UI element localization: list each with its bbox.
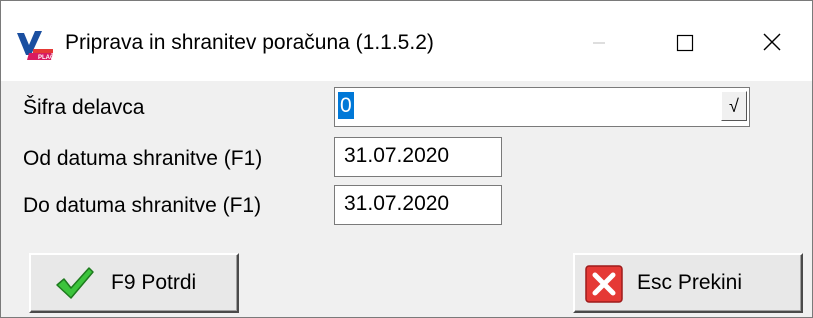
window-title: Priprava in shranitev poračuna (1.1.5.2) — [65, 31, 434, 54]
cancel-button-label: Esc Prekini — [637, 271, 743, 294]
dialog-window: PLAČE Priprava in shranitev poračuna (1.… — [0, 0, 813, 318]
checkmark-icon — [56, 267, 94, 299]
maximize-icon — [676, 34, 694, 52]
close-button[interactable] — [743, 19, 801, 65]
red-x-icon — [585, 265, 623, 303]
date-from-label: Od datuma shranitve (F1) — [23, 147, 263, 170]
date-from-value: 31.07.2020 — [344, 144, 450, 167]
confirm-button[interactable]: F9 Potrdi — [29, 253, 239, 313]
employee-code-combobox[interactable]: 0 √ — [334, 87, 750, 127]
minimize-icon — [593, 42, 605, 44]
title-bar[interactable]: PLAČE Priprava in shranitev poračuna (1.… — [1, 1, 812, 81]
app-logo-icon: PLAČE — [17, 31, 55, 61]
date-to-value: 31.07.2020 — [344, 192, 450, 215]
employee-code-label: Šifra delavca — [23, 96, 145, 119]
confirm-button-label: F9 Potrdi — [111, 271, 197, 294]
employee-code-value[interactable]: 0 — [338, 92, 354, 119]
date-to-input[interactable]: 31.07.2020 — [334, 185, 502, 225]
minimize-button[interactable] — [569, 19, 627, 65]
cancel-button[interactable]: Esc Prekini — [573, 253, 803, 313]
maximize-button[interactable] — [655, 19, 713, 65]
close-icon — [763, 33, 781, 51]
date-to-label: Do datuma shranitve (F1) — [23, 194, 262, 217]
dropdown-button[interactable]: √ — [721, 91, 747, 121]
form-area: Šifra delavca 0 √ Od datuma shranitve (F… — [1, 81, 812, 317]
svg-text:PLAČE: PLAČE — [38, 54, 55, 61]
date-from-input[interactable]: 31.07.2020 — [334, 137, 502, 177]
